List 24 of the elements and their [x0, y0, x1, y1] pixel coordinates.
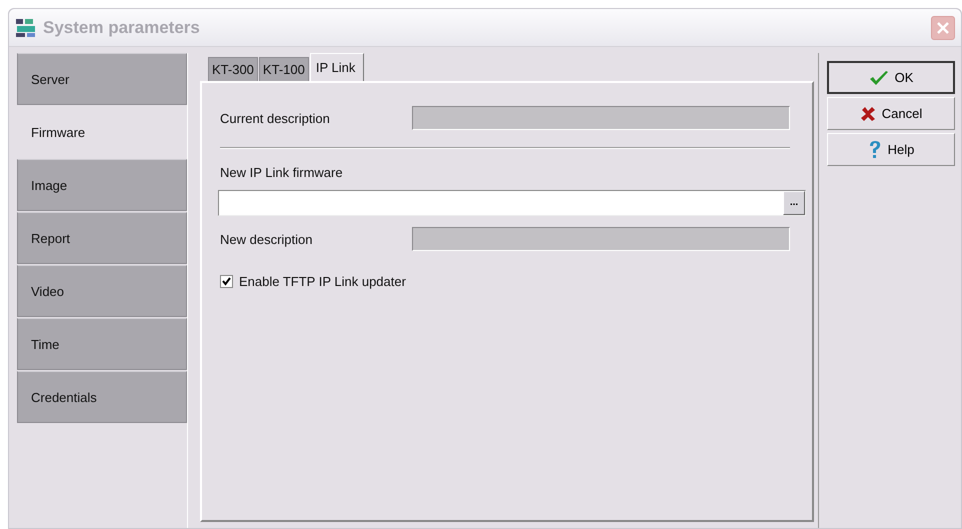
tab[interactable]: KT-300 [208, 57, 258, 81]
checkbox[interactable] [220, 275, 233, 288]
sidebar-item[interactable]: Credentials [17, 371, 187, 423]
checkmark-icon [868, 70, 889, 86]
checkbox-label: Enable TFTP IP Link updater [239, 274, 406, 289]
browse-button[interactable]: ... [783, 191, 805, 215]
help-button[interactable]: Help [827, 133, 955, 166]
cross-icon [860, 106, 876, 122]
cancel-button[interactable]: Cancel [827, 97, 955, 130]
field-label: New description [220, 232, 314, 246]
sidebar-item[interactable]: Server [17, 53, 187, 105]
field-label: Current description [220, 110, 331, 126]
sidebar-item[interactable]: Report [17, 212, 187, 264]
tab[interactable]: KT-100 [258, 57, 309, 81]
ok-button[interactable]: OK [827, 61, 955, 94]
field-label: New IP Link firmware [220, 165, 344, 180]
tab[interactable]: IP Link [310, 53, 364, 81]
sidebar-item[interactable]: Time [17, 318, 187, 370]
app-icon [15, 18, 37, 38]
window-title: System parameters [43, 18, 201, 38]
sidebar-item[interactable]: Video [17, 265, 187, 317]
question-mark-icon [868, 140, 882, 160]
sidebar-item[interactable]: Image [17, 159, 187, 211]
firmware-path-field[interactable]: ... [218, 190, 806, 216]
